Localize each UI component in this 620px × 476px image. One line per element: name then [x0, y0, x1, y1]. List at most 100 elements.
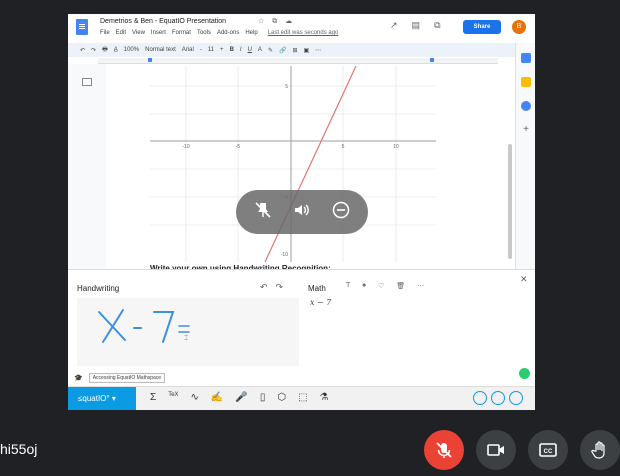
more-icon[interactable]: ⋯: [315, 47, 321, 54]
present-icon[interactable]: ⧉: [434, 20, 440, 31]
equation-editor-icon[interactable]: Σ: [150, 392, 156, 403]
tasks-icon[interactable]: [521, 101, 531, 111]
redo-icon[interactable]: ↷: [276, 282, 292, 292]
media-controls: [236, 190, 368, 234]
menu-view[interactable]: View: [132, 30, 145, 36]
docs-menu: File Edit View Insert Format Tools Add-o…: [100, 30, 338, 36]
docs-header: Demetrios & Ben - EquatIO Presentation ☆…: [68, 14, 535, 42]
handwriting-canvas[interactable]: ⌶: [77, 298, 299, 366]
handwriting-strokes: ⌶: [98, 309, 190, 343]
star-icon[interactable]: ☆ ⧉ ☁: [258, 17, 295, 26]
docs-icon[interactable]: [76, 19, 88, 35]
header-icons: ↗ ▤ ⧉: [390, 20, 441, 31]
x-tick-10: 10: [393, 144, 399, 150]
handwriting-undo-redo: ↶↷: [260, 282, 291, 293]
x-tick-5: 5: [342, 144, 345, 150]
text-mode-icon[interactable]: T: [346, 282, 350, 290]
highlight-icon[interactable]: ✎: [268, 47, 273, 54]
font-size-field[interactable]: 11: [208, 47, 214, 53]
italic-button[interactable]: I: [240, 47, 242, 53]
close-icon[interactable]: ✕: [520, 274, 528, 285]
doc-scrollbar[interactable]: [508, 144, 512, 259]
equatio-tools: Σ TeX ∿ ✍ 🎤 ▯ ⬡ ⬚ ⚗: [150, 392, 329, 403]
font-size-decrease[interactable]: -: [200, 47, 202, 53]
image-icon[interactable]: ▣: [303, 47, 309, 54]
equatio-right-buttons: [473, 391, 523, 405]
y-tick-5: 5: [285, 84, 288, 90]
equatio-logo-button[interactable]: ≤quatIO° ▾: [68, 387, 136, 410]
x-tick-neg5: -5: [236, 144, 241, 150]
left-gutter: [68, 64, 106, 284]
menu-addons[interactable]: Add-ons: [217, 30, 239, 36]
font-size-increase[interactable]: +: [220, 47, 224, 53]
calendar-icon[interactable]: [521, 53, 531, 63]
pen-icon[interactable]: ✍: [211, 392, 223, 403]
ruler-right-marker[interactable]: [430, 58, 434, 62]
redo-icon[interactable]: ↷: [91, 47, 96, 54]
undo-icon[interactable]: ↶: [80, 47, 85, 54]
volume-icon[interactable]: [293, 201, 311, 224]
outline-icon[interactable]: [82, 78, 92, 86]
bold-button[interactable]: B: [230, 47, 234, 53]
copy-circle-icon[interactable]: [509, 391, 523, 405]
share-button[interactable]: Share: [463, 20, 501, 34]
remove-icon[interactable]: [332, 201, 350, 224]
comments-icon[interactable]: ▤: [412, 20, 421, 31]
mathspace-link[interactable]: Accessing EquatIO Mathspace: [88, 373, 166, 383]
mobile-icon[interactable]: ▯: [260, 392, 266, 403]
menu-file[interactable]: File: [100, 30, 110, 36]
menu-edit[interactable]: Edit: [116, 30, 126, 36]
delete-icon[interactable]: 🗑: [396, 282, 405, 290]
raise-hand-button[interactable]: [580, 430, 620, 470]
menu-format[interactable]: Format: [172, 30, 191, 36]
screenshot-icon[interactable]: ⬚: [298, 392, 307, 403]
mic-off-button[interactable]: [424, 430, 464, 470]
camera-button[interactable]: [476, 430, 516, 470]
undo-icon[interactable]: ↶: [260, 282, 276, 292]
menu-insert[interactable]: Insert: [151, 30, 166, 36]
docs-toolbar: ↶ ↷ 🖶 A̲ 100% Normal text Arial - 11 + B…: [68, 43, 535, 57]
speak-icon[interactable]: ♠: [362, 282, 366, 290]
captions-button[interactable]: CC: [528, 430, 568, 470]
camera-icon: [487, 444, 504, 456]
grammarly-icon[interactable]: [519, 368, 530, 379]
add-addon-icon[interactable]: +: [521, 125, 531, 135]
svg-text:CC: CC: [544, 449, 553, 455]
comment-icon[interactable]: ⊞: [292, 47, 297, 54]
microphone-icon[interactable]: 🎤: [235, 392, 247, 403]
shared-screen: Demetrios & Ben - EquatIO Presentation ☆…: [68, 14, 535, 410]
ruler-indent-marker[interactable]: [148, 58, 152, 62]
equatio-toolbar: ≤quatIO° ▾ Σ TeX ∿ ✍ 🎤 ▯ ⬡ ⬚ ⚗: [68, 386, 535, 410]
edit-circle-icon[interactable]: [473, 391, 487, 405]
font-select[interactable]: Arial: [182, 47, 194, 53]
more-icon[interactable]: ⋯: [417, 282, 424, 290]
equatio-footer: 🎓 Accessing EquatIO Mathspace: [74, 373, 166, 383]
menu-help[interactable]: Help: [245, 30, 257, 36]
pin-off-icon[interactable]: [254, 201, 272, 224]
style-select[interactable]: Normal text: [145, 47, 176, 53]
doc-title[interactable]: Demetrios & Ben - EquatIO Presentation: [100, 18, 226, 25]
chemistry-icon[interactable]: ⚗: [320, 392, 329, 403]
handwriting-icon[interactable]: ∿: [191, 392, 199, 403]
mic-off-icon: [436, 442, 452, 458]
activity-icon[interactable]: ↗: [390, 20, 398, 31]
zoom-select[interactable]: 100%: [124, 47, 139, 53]
equatio-panel: ✕ Handwriting ↶↷ ⌶ Math T ♠ ♡ 🗑 ⋯ x − 7 …: [68, 269, 535, 386]
link-icon[interactable]: 🔗: [279, 47, 286, 54]
menu-tools[interactable]: Tools: [197, 30, 211, 36]
svg-text:⌶: ⌶: [184, 334, 188, 342]
keep-icon[interactable]: [521, 77, 531, 87]
print-icon[interactable]: 🖶: [102, 45, 108, 55]
hand-icon: [591, 441, 605, 459]
spellcheck-icon[interactable]: A̲: [114, 47, 118, 53]
3d-cube-icon[interactable]: ⬡: [277, 392, 286, 403]
account-avatar[interactable]: B: [512, 20, 526, 34]
underline-button[interactable]: U: [248, 47, 252, 53]
math-label: Math: [308, 284, 326, 293]
latex-icon[interactable]: TeX: [168, 392, 178, 403]
check-circle-icon[interactable]: [491, 391, 505, 405]
last-edit-link[interactable]: Last edit was seconds ago: [268, 30, 339, 36]
favorite-icon[interactable]: ♡: [378, 282, 384, 290]
captions-icon: CC: [539, 443, 557, 457]
text-color-button[interactable]: A: [258, 47, 262, 53]
